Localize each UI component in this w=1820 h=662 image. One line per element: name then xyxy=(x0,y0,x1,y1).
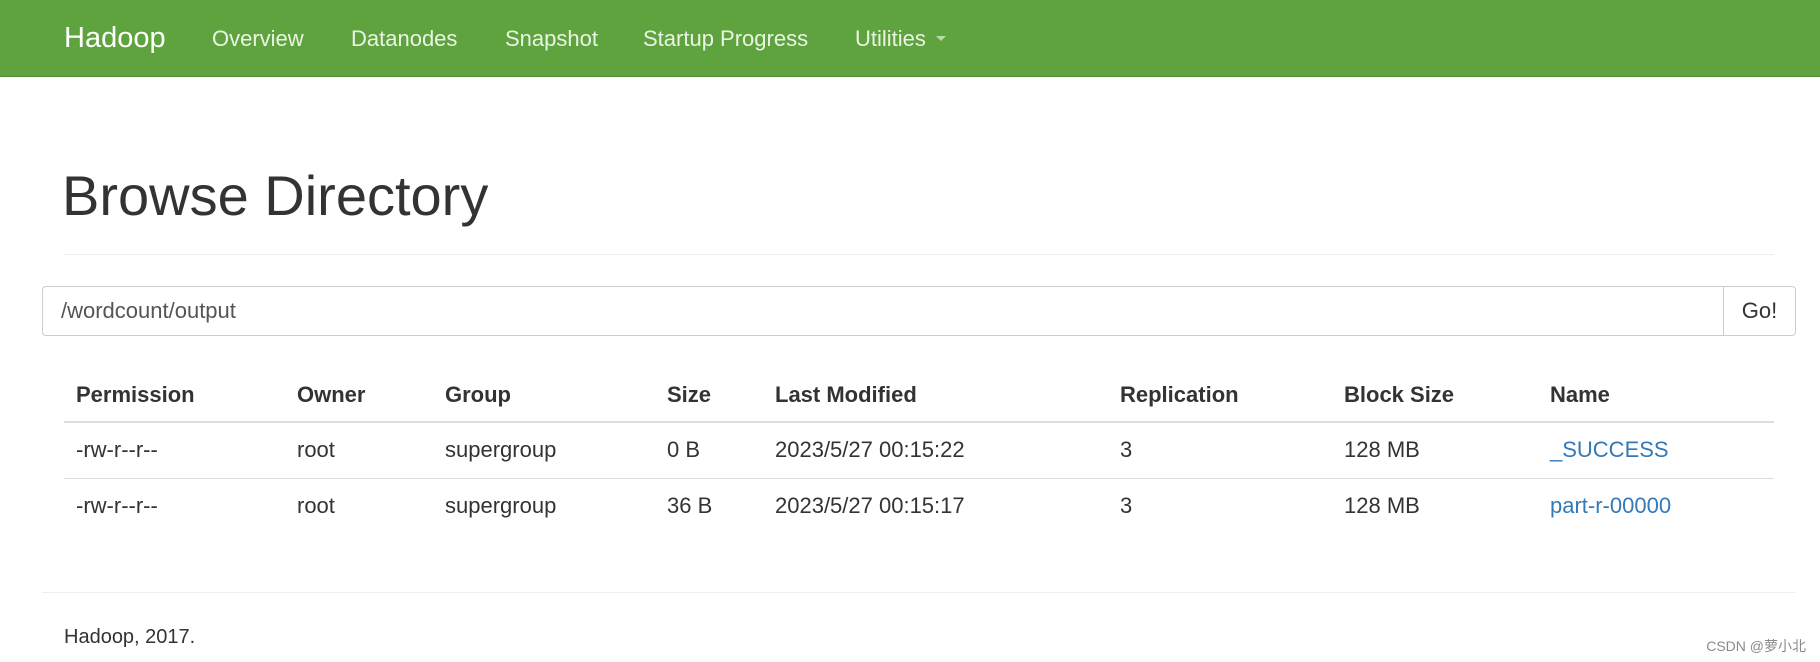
header-name[interactable]: Name xyxy=(1538,368,1774,423)
caret-down-icon xyxy=(935,35,946,41)
nav-datanodes[interactable]: Datanodes xyxy=(351,0,457,77)
cell-replication: 3 xyxy=(1120,493,1133,519)
cell-group: supergroup xyxy=(433,422,655,479)
cell-owner: root xyxy=(297,493,335,519)
cell-permission: -rw-r--r-- xyxy=(64,422,285,479)
cell-last-modified: 2023/5/27 00:15:22 xyxy=(763,422,1108,479)
header-replication[interactable]: Replication xyxy=(1108,368,1332,423)
file-link[interactable]: part-r-00000 xyxy=(1550,493,1671,518)
nav-startup-progress[interactable]: Startup Progress xyxy=(643,0,808,77)
cell-block-size: 128 MB xyxy=(1332,422,1538,479)
directory-path-bar: Go! xyxy=(42,286,1796,336)
table-row: -rw-r--r-- root supergroup 0 B 2023/5/27… xyxy=(64,422,1774,479)
table-header-row: Permission Owner Group Size Last Modifie… xyxy=(64,368,1774,423)
footer-divider xyxy=(42,592,1796,593)
header-owner[interactable]: Owner xyxy=(285,368,433,423)
header-group[interactable]: Group xyxy=(433,368,655,423)
cell-last-modified: 2023/5/27 00:15:17 xyxy=(775,493,965,519)
nav-utilities-label: Utilities xyxy=(855,26,926,51)
top-navbar: Hadoop Overview Datanodes Snapshot Start… xyxy=(0,0,1820,77)
header-permission[interactable]: Permission xyxy=(64,368,285,423)
cell-name: part-r-00000 xyxy=(1538,478,1774,534)
nav-snapshot[interactable]: Snapshot xyxy=(505,0,598,77)
cell-replication: 3 xyxy=(1108,422,1332,479)
directory-listing-table: Permission Owner Group Size Last Modifie… xyxy=(64,368,1774,534)
footer-text: Hadoop, 2017. xyxy=(64,626,196,648)
nav-utilities-dropdown[interactable]: Utilities xyxy=(855,0,946,77)
cell-group: supergroup xyxy=(445,493,557,519)
title-divider xyxy=(64,254,1774,255)
page-title: Browse Directory xyxy=(62,164,489,227)
cell-size: 36 B xyxy=(667,493,713,519)
nav-overview[interactable]: Overview xyxy=(212,0,304,77)
header-size[interactable]: Size xyxy=(655,368,763,423)
cell-owner: root xyxy=(285,422,433,479)
cell-size: 0 B xyxy=(655,422,763,479)
table-row: -rw-r--r-- root supergroup 36 B 2023/5/2… xyxy=(64,478,1774,534)
cell-permission: -rw-r--r-- xyxy=(76,493,158,519)
watermark: CSDN @萝小北 xyxy=(1706,638,1806,654)
go-button[interactable]: Go! xyxy=(1723,286,1796,336)
header-block-size[interactable]: Block Size xyxy=(1332,368,1538,423)
cell-block-size: 128 MB xyxy=(1344,493,1420,519)
directory-path-input[interactable] xyxy=(42,286,1724,336)
header-last-modified[interactable]: Last Modified xyxy=(763,368,1108,423)
cell-name: _SUCCESS xyxy=(1538,422,1774,479)
brand-link[interactable]: Hadoop xyxy=(64,0,166,77)
file-link[interactable]: _SUCCESS xyxy=(1550,437,1669,462)
